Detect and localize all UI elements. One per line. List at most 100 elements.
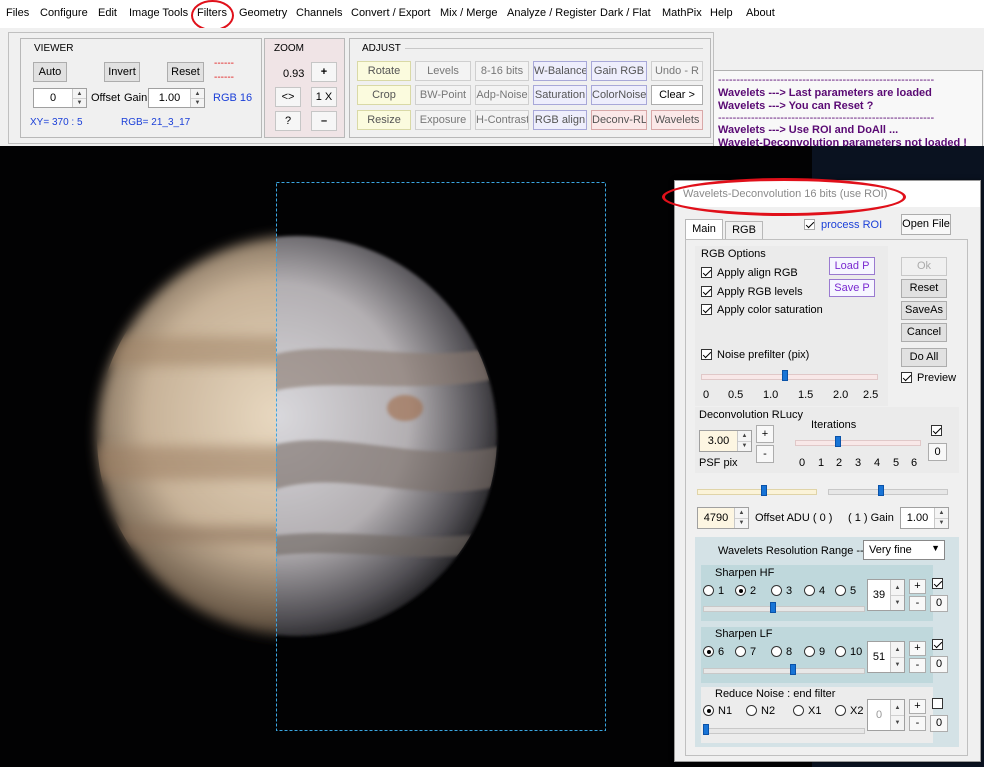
sharpen-hf-enable-checkbox[interactable] <box>932 578 943 589</box>
rotate-button[interactable]: Rotate <box>357 61 411 81</box>
zoom-fit-button[interactable]: <> <box>275 87 301 107</box>
crop-button[interactable]: Crop <box>357 85 411 105</box>
sharpen-hf-radio-3[interactable] <box>771 585 782 596</box>
resize-button[interactable]: Resize <box>357 110 411 130</box>
save-as-button[interactable]: SaveAs <box>901 301 947 320</box>
sharpen-hf-zero-button[interactable]: 0 <box>930 595 948 612</box>
sharpen-hf-radio-2[interactable] <box>735 585 746 596</box>
sharpen-hf-radio-5[interactable] <box>835 585 846 596</box>
zoom-help-button[interactable]: ? <box>275 111 301 131</box>
zoom-1x-button[interactable]: 1 X <box>311 87 337 107</box>
deconv-rl-button[interactable]: Deconv-RL <box>591 110 647 130</box>
sharpen-lf-minus-button[interactable]: - <box>909 658 926 673</box>
h-contrast-button[interactable]: H-Contrast <box>475 110 529 130</box>
reduce-noise-thumb[interactable] <box>703 724 709 735</box>
cancel-button[interactable]: Cancel <box>901 323 947 342</box>
do-all-button[interactable]: Do All <box>901 348 947 367</box>
menu-files[interactable]: Files <box>6 7 29 19</box>
saturation-button[interactable]: Saturation <box>533 85 587 105</box>
spin-down-icon[interactable]: ▼ <box>935 518 948 528</box>
menu-edit[interactable]: Edit <box>98 7 117 19</box>
sharpen-hf-minus-button[interactable]: - <box>909 596 926 611</box>
sharpen-lf-enable-checkbox[interactable] <box>932 639 943 650</box>
reduce-noise-radio-x2[interactable] <box>835 705 846 716</box>
undo-button[interactable]: Undo - R <box>651 61 703 81</box>
iterations-thumb[interactable] <box>835 436 842 447</box>
rgb-align-button[interactable]: RGB align <box>533 110 587 130</box>
load-params-button[interactable]: Load P <box>829 257 875 275</box>
zoom-out-button[interactable]: – <box>311 111 337 131</box>
offset-adu-spinner[interactable]: 4790 ▲ ▼ <box>697 507 749 529</box>
sharpen-hf-thumb[interactable] <box>770 602 777 613</box>
apply-rgb-levels-checkbox[interactable] <box>701 286 712 297</box>
menu-analyze-register[interactable]: Analyze / Register <box>507 7 596 19</box>
menu-image-tools[interactable]: Image Tools <box>129 7 188 19</box>
psf-minus-button[interactable]: - <box>756 445 774 463</box>
sharpen-lf-zero-button[interactable]: 0 <box>930 656 948 673</box>
reduce-noise-slider[interactable] <box>703 728 865 734</box>
gain-spinner[interactable]: 1.00 ▲ ▼ <box>148 88 205 108</box>
menu-geometry[interactable]: Geometry <box>239 7 287 19</box>
offset-spinner[interactable]: 0 ▲ ▼ <box>33 88 87 108</box>
spin-down-icon[interactable]: ▼ <box>738 441 751 451</box>
levels-button[interactable]: Levels <box>415 61 471 81</box>
sharpen-hf-radio-1[interactable] <box>703 585 714 596</box>
deconvolution-enable-checkbox[interactable] <box>931 425 942 436</box>
reset-button[interactable]: Reset <box>167 62 204 82</box>
clear-button[interactable]: Clear > <box>651 85 703 105</box>
menu-dark-flat[interactable]: Dark / Flat <box>600 7 651 19</box>
exposure-button[interactable]: Exposure <box>415 110 471 130</box>
wavelets-range-select[interactable]: Very fine ▼ <box>863 540 945 560</box>
bw-point-button[interactable]: BW-Point <box>415 85 471 105</box>
spin-down-icon[interactable]: ▼ <box>73 98 86 107</box>
menu-configure[interactable]: Configure <box>40 7 88 19</box>
spin-down-icon[interactable]: ▼ <box>735 518 748 528</box>
w-balance-button[interactable]: W-Balance <box>533 61 587 81</box>
wavelets-button[interactable]: Wavelets <box>651 110 703 130</box>
reduce-noise-radio-n1[interactable] <box>703 705 714 716</box>
sharpen-hf-radio-4[interactable] <box>804 585 815 596</box>
adp-noise-button[interactable]: Adp-Noise <box>475 85 529 105</box>
gain-thumb[interactable] <box>878 485 884 496</box>
sharpen-hf-plus-button[interactable]: + <box>909 579 926 594</box>
sharpen-lf-slider[interactable] <box>703 668 865 674</box>
menu-channels[interactable]: Channels <box>296 7 342 19</box>
apply-color-saturation-checkbox[interactable] <box>701 304 712 315</box>
menu-about[interactable]: About <box>746 7 775 19</box>
iterations-zero-button[interactable]: 0 <box>928 443 947 461</box>
menu-mix-merge[interactable]: Mix / Merge <box>440 7 497 19</box>
sharpen-hf-spinner[interactable]: 39 ▲ ▼ <box>867 579 905 611</box>
dialog-gain-spinner[interactable]: 1.00 ▲ ▼ <box>900 507 949 529</box>
sharpen-lf-radio-7[interactable] <box>735 646 746 657</box>
menu-help[interactable]: Help <box>710 7 733 19</box>
spin-down-icon[interactable]: ▼ <box>891 715 904 730</box>
save-params-button[interactable]: Save P <box>829 279 875 297</box>
psf-plus-button[interactable]: + <box>756 425 774 443</box>
process-roi-checkbox[interactable] <box>804 219 815 230</box>
gain-slider[interactable] <box>828 489 948 495</box>
zoom-in-button[interactable]: + <box>311 62 337 82</box>
menu-mathpix[interactable]: MathPix <box>662 7 702 19</box>
sharpen-lf-radio-10[interactable] <box>835 646 846 657</box>
iterations-slider[interactable] <box>795 440 921 446</box>
sharpen-lf-thumb[interactable] <box>789 664 796 675</box>
sharpen-lf-radio-6[interactable] <box>703 646 714 657</box>
spin-down-icon[interactable]: ▼ <box>191 98 204 107</box>
reduce-noise-radio-x1[interactable] <box>793 705 804 716</box>
open-file-button[interactable]: Open File <box>901 214 951 235</box>
reduce-noise-radio-n2[interactable] <box>746 705 757 716</box>
noise-prefilter-thumb[interactable] <box>782 370 788 381</box>
spin-up-icon[interactable]: ▲ <box>891 642 904 658</box>
reduce-noise-zero-button[interactable]: 0 <box>930 715 948 732</box>
sharpen-hf-slider[interactable] <box>703 606 865 612</box>
reduce-noise-enable-checkbox[interactable] <box>932 698 943 709</box>
spin-down-icon[interactable]: ▼ <box>891 595 904 610</box>
reduce-noise-plus-button[interactable]: + <box>909 699 926 714</box>
offset-adu-thumb[interactable] <box>761 485 767 496</box>
gain-rgb-button[interactable]: Gain RGB <box>591 61 647 81</box>
spin-up-icon[interactable]: ▲ <box>891 580 904 596</box>
offset-adu-slider[interactable] <box>697 489 817 495</box>
8-16-bits-button[interactable]: 8-16 bits <box>475 61 529 81</box>
sharpen-lf-radio-8[interactable] <box>771 646 782 657</box>
sharpen-lf-plus-button[interactable]: + <box>909 641 926 656</box>
